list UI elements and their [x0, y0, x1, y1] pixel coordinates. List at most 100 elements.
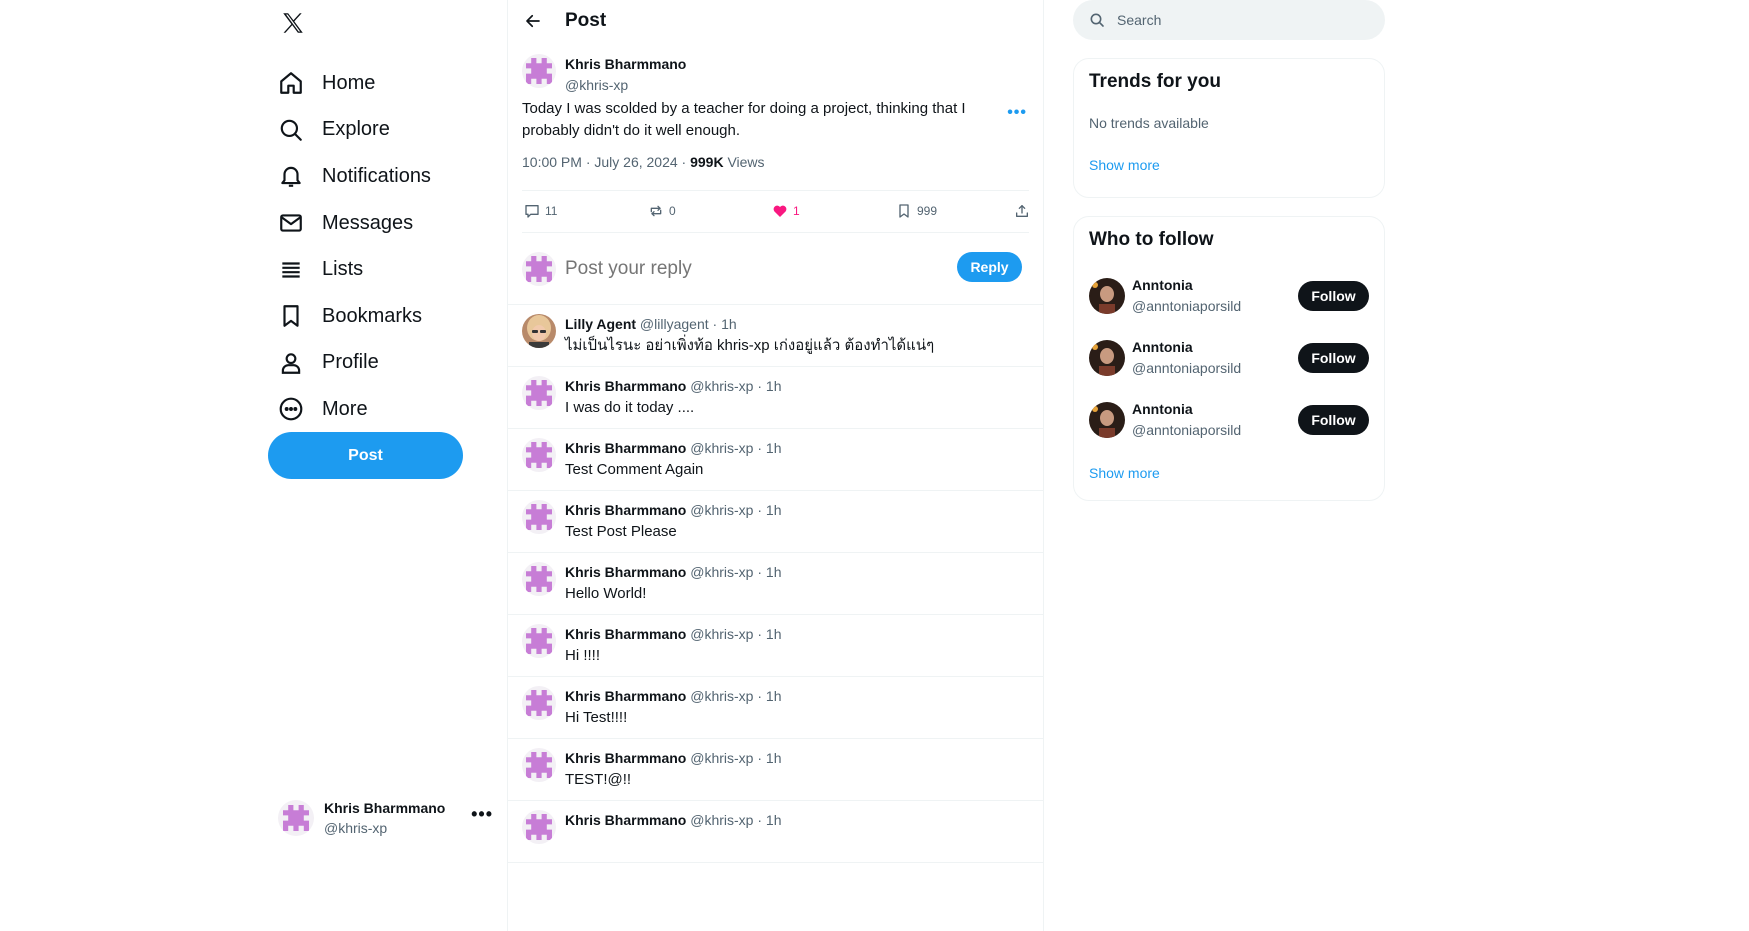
nav-label: More	[322, 397, 368, 420]
who-to-follow-title: Who to follow	[1089, 229, 1214, 250]
avatar[interactable]	[522, 500, 556, 534]
comment-author[interactable]: Khris Bharmmano	[565, 812, 686, 828]
comment-item[interactable]: Khris Bharmmano @khris-xp · 1h I was do …	[508, 367, 1043, 429]
comment-meta: @khris-xp · 1h	[686, 750, 782, 766]
comment-author[interactable]: Khris Bharmmano	[565, 378, 686, 394]
nav-item-bookmarks[interactable]: Bookmarks	[268, 293, 431, 340]
person-icon	[281, 353, 301, 374]
share-icon	[1016, 205, 1028, 217]
page-title: Post	[565, 10, 607, 31]
like-count: 1	[793, 204, 800, 218]
follow-button[interactable]: Follow	[1298, 405, 1369, 435]
comment-meta: @khris-xp · 1h	[686, 688, 782, 704]
account-switcher[interactable]: Khris Bharmmano @khris-xp •••	[278, 796, 493, 840]
comment-item[interactable]: Khris Bharmmano @khris-xp · 1h	[508, 801, 1043, 863]
comment-text: TEST!@!!	[565, 771, 632, 788]
reply-composer: Reply	[508, 233, 1043, 305]
comment-meta: @khris-xp · 1h	[686, 378, 782, 394]
comment-item[interactable]: Khris Bharmmano @khris-xp · 1h Test Post…	[508, 491, 1043, 553]
post-timestamp: 10:00 PM · July 26, 2024 ·	[522, 154, 691, 170]
comment-item[interactable]: Khris Bharmmano @khris-xp · 1h TEST!@!!	[508, 739, 1043, 801]
comment-item[interactable]: Khris Bharmmano @khris-xp · 1h Hello Wor…	[508, 553, 1043, 615]
avatar[interactable]	[522, 562, 556, 596]
reply-action[interactable]: 11	[524, 203, 557, 219]
nav-item-lists[interactable]: Lists	[268, 246, 431, 293]
avatar[interactable]	[522, 748, 556, 782]
comment-meta: @lillyagent · 1h	[636, 316, 737, 332]
more-circle-icon	[279, 398, 303, 421]
avatar[interactable]	[522, 54, 556, 88]
nav-label: Messages	[322, 211, 414, 234]
views-label: Views	[723, 154, 765, 170]
reply-button[interactable]: Reply	[957, 252, 1022, 282]
bookmark-action[interactable]: 999	[896, 203, 937, 219]
avatar[interactable]	[522, 810, 556, 844]
follow-name[interactable]: Anntonia	[1132, 337, 1241, 358]
trends-show-more-link[interactable]: Show more	[1089, 157, 1369, 173]
account-more-icon[interactable]: •••	[471, 804, 493, 825]
search-input[interactable]	[1117, 12, 1357, 28]
follow-button[interactable]: Follow	[1298, 343, 1369, 373]
nav-item-more[interactable]: More	[268, 386, 431, 433]
nav-item-messages[interactable]: Messages	[268, 200, 431, 247]
follow-button[interactable]: Follow	[1298, 281, 1369, 311]
follow-suggestion[interactable]: Anntonia @anntoniaporsild Follow	[1089, 389, 1369, 451]
nav-label: Explore	[322, 118, 390, 141]
post-author-handle[interactable]: @khris-xp	[565, 75, 686, 96]
follow-handle: @anntoniaporsild	[1132, 360, 1242, 376]
follow-name[interactable]: Anntonia	[1132, 399, 1241, 420]
avatar[interactable]	[522, 314, 556, 348]
envelope-icon	[280, 214, 302, 232]
post-more-icon[interactable]: •••	[1007, 104, 1027, 122]
repost-action[interactable]: 0	[648, 203, 676, 219]
comment-meta: @khris-xp · 1h	[686, 812, 782, 828]
repost-icon	[650, 205, 662, 217]
x-logo-icon[interactable]	[278, 8, 308, 38]
avatar[interactable]	[1089, 402, 1125, 438]
comment-author[interactable]: Khris Bharmmano	[565, 440, 686, 456]
comment-author[interactable]: Khris Bharmmano	[565, 626, 686, 642]
avatar[interactable]	[1089, 340, 1125, 376]
nav-item-explore[interactable]: Explore	[268, 107, 431, 154]
reply-input[interactable]	[565, 257, 925, 280]
comment-author[interactable]: Khris Bharmmano	[565, 688, 686, 704]
comment-author[interactable]: Khris Bharmmano	[565, 502, 686, 518]
follow-suggestion[interactable]: Anntonia @anntoniaporsild Follow	[1089, 265, 1369, 327]
search-bar[interactable]	[1073, 0, 1385, 40]
avatar[interactable]	[522, 376, 556, 410]
comment-item[interactable]: Lilly Agent @lillyagent · 1h ไม่เป็นไรนะ…	[508, 305, 1043, 367]
comment-item[interactable]: Khris Bharmmano @khris-xp · 1h Hi Test!!…	[508, 677, 1043, 739]
post-button[interactable]: Post	[268, 432, 463, 479]
comment-text: I was do it today ....	[565, 399, 695, 416]
post-text: Today I was scolded by a teacher for doi…	[522, 100, 966, 139]
nav-item-home[interactable]: Home	[268, 60, 431, 107]
avatar[interactable]	[522, 438, 556, 472]
follow-show-more-link[interactable]: Show more	[1089, 465, 1369, 481]
avatar[interactable]	[1089, 278, 1125, 314]
avatar[interactable]	[522, 686, 556, 720]
nav-item-profile[interactable]: Profile	[268, 340, 431, 387]
account-handle: @khris-xp	[324, 820, 388, 836]
nav-label: Profile	[322, 351, 379, 374]
avatar[interactable]	[522, 624, 556, 658]
trends-card: Trends for you No trends available Show …	[1073, 58, 1385, 198]
like-action[interactable]: 1	[772, 203, 800, 219]
comment-list: Lilly Agent @lillyagent · 1h ไม่เป็นไรนะ…	[508, 305, 1043, 863]
follow-name[interactable]: Anntonia	[1132, 275, 1241, 296]
comment-meta: @khris-xp · 1h	[686, 440, 782, 456]
comment-text: Hi Test!!!!	[565, 709, 628, 726]
home-icon	[280, 72, 302, 95]
follow-suggestion[interactable]: Anntonia @anntoniaporsild Follow	[1089, 327, 1369, 389]
bookmark-icon	[283, 305, 299, 328]
comment-author[interactable]: Khris Bharmmano	[565, 564, 686, 580]
comment-author[interactable]: Khris Bharmmano	[565, 750, 686, 766]
nav-item-notifications[interactable]: Notifications	[268, 153, 431, 200]
search-icon	[1090, 13, 1104, 27]
comment-item[interactable]: Khris Bharmmano @khris-xp · 1h Test Comm…	[508, 429, 1043, 491]
post-author-name[interactable]: Khris Bharmmano	[565, 54, 686, 75]
comment-author[interactable]: Lilly Agent	[565, 316, 636, 332]
comment-item[interactable]: Khris Bharmmano @khris-xp · 1h Hi !!!!	[508, 615, 1043, 677]
share-action[interactable]	[1014, 203, 1035, 219]
comment-meta: @khris-xp · 1h	[686, 564, 782, 580]
back-arrow-icon[interactable]	[523, 11, 543, 31]
